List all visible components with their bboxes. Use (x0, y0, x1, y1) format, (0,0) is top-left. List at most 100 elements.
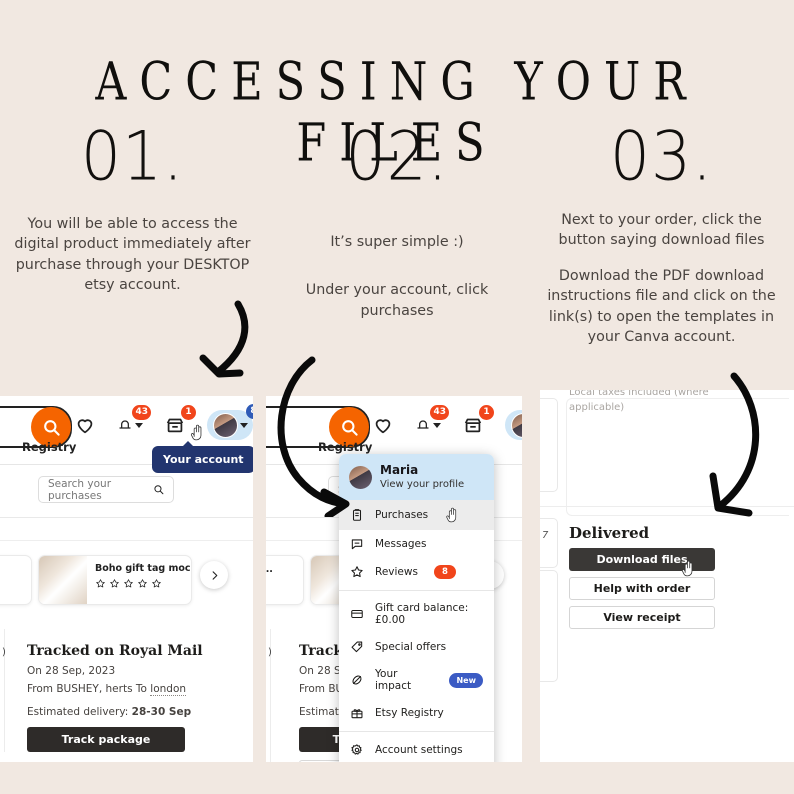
tracking-estimate-value: 28-30 Sep (131, 706, 192, 718)
rail-marker: ) (2, 647, 6, 658)
tracking-estimate: Estimated delivery: 28-30 Sep (27, 706, 253, 718)
search-icon[interactable] (153, 483, 164, 496)
step-text-2: It’s super simple :) Under your account,… (264, 232, 530, 321)
carousel-card-title: g C... (266, 564, 273, 575)
menu-item-etsy-registry[interactable]: Etsy Registry (339, 699, 494, 727)
heart-icon[interactable] (72, 411, 98, 439)
section-divider (540, 506, 794, 507)
menu-item-gift-card-balance[interactable]: Gift card balance: £0.00 (339, 595, 494, 633)
your-account-tooltip: Your account (152, 441, 253, 473)
profile-subtitle: View your profile (380, 479, 465, 490)
step-number-3: 03. (609, 117, 714, 196)
screenshot-panel-3: Local taxes included (where applicable) … (540, 390, 794, 762)
bell-icon[interactable]: 43 (117, 405, 151, 439)
menu-item-messages[interactable]: Messages (339, 530, 494, 558)
tracking-estimate-label: Estimated delivery: (27, 706, 132, 718)
step-column-1: 01. You will be able to access the digit… (0, 117, 265, 296)
menu-item-label: Etsy Registry (375, 707, 444, 719)
carousel-card-meta: Boho gift tag mock ... (87, 556, 191, 604)
dropdown-profile-header[interactable]: Maria View your profile (339, 454, 494, 500)
search-purchases-placeholder: Search your purchases (48, 477, 112, 502)
purchase-carousel: g C... Boho gift tag mock ... (0, 541, 253, 629)
tracking-route-destination: london (150, 683, 187, 696)
carousel-card-partial[interactable]: g C... (266, 555, 304, 605)
menu-item-reviews[interactable]: Reviews 8 (339, 558, 494, 586)
search-purchases-input[interactable]: Search your purchases (38, 476, 174, 503)
chevron-down-icon[interactable] (433, 422, 441, 428)
view-receipt-button[interactable]: View receipt (569, 606, 715, 629)
divider-row (0, 518, 253, 541)
dropdown-profile-text: Maria View your profile (380, 463, 464, 491)
new-badge: New (449, 672, 483, 688)
rail-box-mid (540, 518, 558, 568)
rail-box-bottom (540, 570, 558, 682)
step-number-1: 01. (80, 117, 185, 196)
rating-stars[interactable] (95, 578, 191, 589)
chevron-right-icon (212, 570, 217, 580)
star-icon[interactable] (109, 578, 120, 589)
menu-item-account-settings[interactable]: Account settings (339, 736, 494, 762)
carousel-next-button[interactable] (200, 561, 228, 589)
orders-badge: 1 (181, 405, 196, 420)
account-badge: 8 (246, 404, 253, 419)
cursor-hand-icon (446, 507, 457, 523)
delivered-heading: Delivered (569, 524, 650, 542)
cursor-hand-icon (190, 424, 202, 441)
tracking-route: From BUSHEY, herts To london (27, 683, 253, 696)
chevron-down-icon[interactable] (135, 422, 143, 428)
menu-item-label: Your impact (375, 668, 412, 692)
menu-item-special-offers[interactable]: Special offers (339, 633, 494, 661)
account-avatar-button[interactable]: 8 (207, 404, 253, 440)
product-thumbnail (39, 556, 87, 604)
star-icon[interactable] (123, 578, 134, 589)
carousel-card-title: Boho gift tag mock ... (95, 563, 191, 574)
screenshot-panel-2: 43 1 8 Registry Searc (266, 396, 522, 762)
menu-item-label: Messages (375, 538, 427, 550)
clipboard-icon (352, 509, 362, 521)
star-icon[interactable] (95, 578, 106, 589)
help-with-order-button[interactable]: Help with order (569, 577, 715, 600)
heart-icon[interactable] (370, 411, 396, 439)
step-paragraph: Under your account, click purchases (305, 282, 489, 319)
menu-item-label: Purchases (375, 509, 429, 521)
tracking-date: On 28 Sep, 2023 (27, 665, 116, 677)
view-receipt-label: View receipt (603, 611, 681, 624)
chevron-down-icon[interactable] (239, 422, 248, 428)
notifications-badge: 43 (430, 405, 449, 420)
shop-icon[interactable]: 1 (460, 405, 494, 439)
shop-icon[interactable]: 1 (162, 405, 196, 439)
menu-item-your-impact[interactable]: Your impact New (339, 661, 494, 699)
avatar (349, 465, 372, 489)
step-number-2: 02. (345, 117, 449, 196)
menu-divider (339, 731, 494, 732)
help-with-order-label: Help with order (593, 582, 691, 595)
orders-badge: 1 (479, 405, 494, 420)
step-paragraph: It’s super simple :) (330, 234, 464, 250)
rail-box-top (540, 398, 558, 492)
tax-note: Local taxes included (where applicable) (569, 390, 709, 413)
track-package-button[interactable]: Track package (27, 727, 185, 752)
menu-item-label: Gift card balance: £0.00 (375, 602, 469, 626)
star-icon[interactable] (137, 578, 148, 589)
step-paragraph: Download the PDF download instructions f… (547, 267, 776, 346)
reviews-badge: 8 (433, 565, 456, 579)
account-avatar-button[interactable]: 8 (505, 410, 522, 440)
star-icon[interactable] (151, 578, 162, 589)
bell-icon[interactable]: 43 (415, 405, 449, 439)
menu-item-purchases[interactable]: Purchases (339, 500, 494, 530)
cursor-hand-icon (681, 560, 693, 577)
tracking-heading: Tracked on Royal Mail (27, 643, 203, 659)
menu-item-label: Account settings (375, 744, 463, 756)
step-paragraph: Next to your order, click the button say… (558, 212, 765, 249)
avatar (510, 412, 522, 438)
registry-label[interactable]: Registry (318, 440, 372, 454)
carousel-card-partial[interactable]: g C... (0, 555, 32, 605)
order-detail-card (566, 398, 789, 516)
carousel-card-title: g C... (0, 564, 1, 575)
avatar (212, 412, 238, 438)
header-icon-group-1: 43 1 8 (72, 404, 253, 440)
gear-icon (351, 744, 362, 755)
carousel-card[interactable]: Boho gift tag mock ... (38, 555, 192, 605)
registry-label[interactable]: Registry (22, 440, 76, 454)
message-icon (351, 539, 363, 550)
